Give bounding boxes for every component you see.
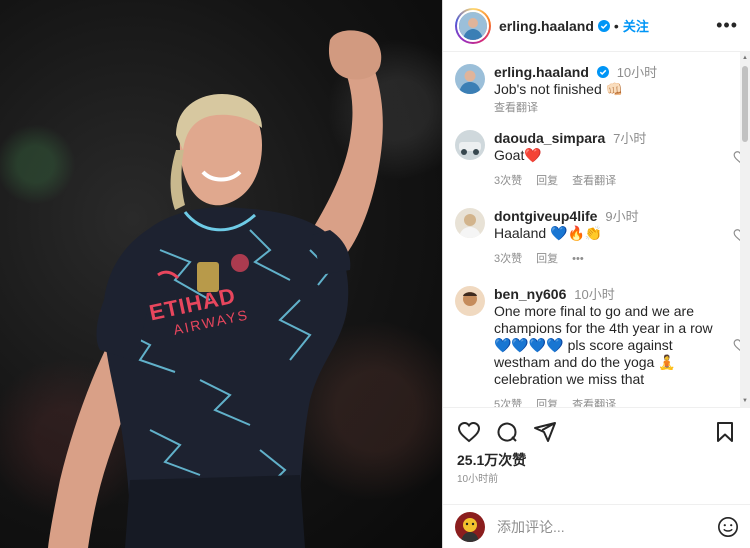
- comment-time[interactable]: 9小时: [605, 209, 638, 224]
- current-user-avatar: [455, 511, 485, 542]
- comments-list[interactable]: erling.haaland 10小时 Job's not finished 👊…: [443, 52, 750, 407]
- more-options-button[interactable]: •••: [716, 15, 738, 36]
- save-bookmark-icon[interactable]: [713, 420, 737, 444]
- commenter-avatar-image: [455, 130, 485, 160]
- caption-time[interactable]: 10小时: [617, 65, 657, 80]
- comment-text: Goat❤️: [494, 147, 542, 163]
- verified-badge-icon: [597, 19, 610, 32]
- post-header: erling.haaland • 关注 •••: [443, 0, 750, 52]
- like-heart-icon[interactable]: [457, 420, 481, 444]
- commenter-username[interactable]: dontgiveup4life: [494, 208, 597, 224]
- commenter-avatar-image: [455, 208, 485, 238]
- comment-like-count[interactable]: 5次赞: [494, 397, 522, 407]
- comment-like-count[interactable]: 3次赞: [494, 173, 522, 190]
- comment-text: Haaland 💙🔥👏: [494, 225, 603, 241]
- caption-text: Job's not finished 👊🏻: [494, 81, 624, 97]
- comment-like-count[interactable]: 3次赞: [494, 251, 522, 268]
- verified-badge-icon: [596, 66, 609, 78]
- scrollbar-thumb[interactable]: [742, 66, 748, 142]
- author-username[interactable]: erling.haaland: [499, 18, 594, 34]
- post-timestamp[interactable]: 10小时前: [457, 470, 498, 485]
- comment-translate-link[interactable]: 查看翻译: [572, 397, 616, 407]
- emoji-picker-icon[interactable]: [717, 516, 739, 538]
- comment-item: daouda_simpara 7小时 Goat❤️ 3次赞 回复 查看翻译: [455, 130, 747, 190]
- commenter-username[interactable]: ben_ny606: [494, 286, 566, 302]
- instagram-post-modal: ETIHAD AIRWAYS erling.haaland • 关注 ••• e…: [0, 0, 750, 548]
- comments-scrollbar[interactable]: ▲ ▼: [740, 52, 750, 407]
- commenter-avatar-image: [455, 286, 485, 316]
- comment-time[interactable]: 7小时: [613, 131, 646, 146]
- caption-avatar-image: [455, 64, 485, 94]
- comment-time[interactable]: 10小时: [574, 287, 614, 302]
- author-avatar-image: [459, 11, 487, 40]
- player-illustration: [48, 30, 383, 548]
- comment-bubble-icon[interactable]: [495, 420, 519, 444]
- commenter-username[interactable]: daouda_simpara: [494, 130, 605, 146]
- comment-item: ben_ny606 10小时 One more final to go and …: [455, 286, 747, 407]
- caption-username[interactable]: erling.haaland: [494, 64, 589, 80]
- comment-translate-link[interactable]: 查看翻译: [572, 173, 616, 190]
- comment-more-button[interactable]: •••: [572, 251, 584, 268]
- reply-button[interactable]: 回复: [536, 251, 558, 268]
- caption-avatar[interactable]: [455, 64, 485, 94]
- add-comment-input[interactable]: 添加评论...: [497, 517, 717, 537]
- separator-dot: •: [613, 17, 619, 34]
- caption-translate-link[interactable]: 查看翻译: [494, 100, 538, 117]
- post-side-panel: erling.haaland • 关注 ••• erling.haaland 1…: [442, 0, 750, 548]
- follow-button[interactable]: 关注: [623, 16, 649, 35]
- post-actions: 25.1万次赞 10小时前 添加评论...: [443, 407, 750, 548]
- reply-button[interactable]: 回复: [536, 173, 558, 190]
- post-photo[interactable]: ETIHAD AIRWAYS: [0, 0, 442, 548]
- commenter-avatar[interactable]: [455, 286, 485, 316]
- scroll-up-arrow-icon[interactable]: ▲: [741, 54, 749, 62]
- comment-text: One more final to go and we are champion…: [494, 303, 713, 387]
- reply-button[interactable]: 回复: [536, 397, 558, 407]
- commenter-avatar[interactable]: [455, 130, 485, 160]
- current-user-avatar-image: [455, 511, 485, 542]
- share-send-icon[interactable]: [533, 420, 557, 444]
- scroll-down-arrow-icon[interactable]: ▼: [741, 397, 749, 405]
- add-comment-bar: 添加评论...: [443, 504, 750, 548]
- like-count[interactable]: 25.1万次赞: [457, 450, 526, 470]
- comment-item: dontgiveup4life 9小时 Haaland 💙🔥👏 3次赞 回复 •…: [455, 208, 747, 268]
- commenter-avatar[interactable]: [455, 208, 485, 238]
- author-avatar[interactable]: [455, 7, 491, 44]
- post-caption: erling.haaland 10小时 Job's not finished 👊…: [455, 64, 725, 117]
